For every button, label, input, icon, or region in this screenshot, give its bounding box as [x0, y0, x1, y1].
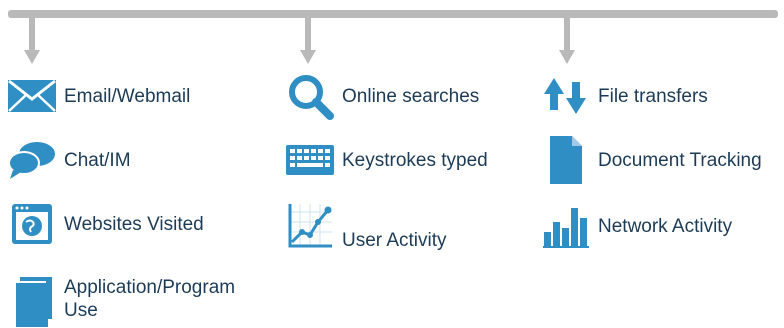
envelope-icon — [6, 70, 58, 122]
down-arrow-icon — [300, 16, 316, 64]
item-network-activity: Network Activity — [540, 200, 732, 252]
item-application-program-use: Application/Program Use — [6, 276, 254, 328]
item-label: Document Tracking — [598, 149, 762, 171]
down-arrow-icon — [559, 16, 575, 64]
item-websites-visited: Websites Visited — [6, 198, 204, 250]
item-label: Email/Webmail — [64, 85, 191, 107]
up-down-arrows-icon — [540, 70, 592, 122]
item-label: Online searches — [342, 85, 480, 107]
item-label: Network Activity — [598, 215, 733, 237]
keyboard-icon — [284, 134, 336, 186]
item-user-activity: User Activity — [284, 200, 447, 252]
item-email-webmail: Email/Webmail — [6, 70, 190, 122]
magnifier-icon — [284, 70, 336, 122]
browser-window-icon — [6, 198, 58, 250]
item-keystrokes-typed: Keystrokes typed — [284, 134, 488, 186]
item-label: Chat/IM — [64, 149, 131, 171]
item-label: Websites Visited — [64, 213, 204, 235]
item-document-tracking: Document Tracking — [540, 134, 762, 186]
item-file-transfers: File transfers — [540, 70, 708, 122]
item-label: User Activity — [342, 230, 447, 251]
top-connector-bar — [8, 10, 778, 18]
down-arrow-icon — [24, 16, 40, 64]
item-chat-im: Chat/IM — [6, 134, 131, 186]
item-label: File transfers — [598, 85, 708, 107]
speech-bubbles-icon — [6, 134, 58, 186]
item-label: Keystrokes typed — [342, 149, 488, 171]
document-icon — [540, 134, 592, 186]
bar-chart-icon — [540, 200, 592, 252]
stacked-documents-icon — [6, 276, 58, 328]
item-label: Application/Program Use — [64, 277, 236, 321]
line-chart-icon — [284, 200, 336, 252]
item-online-searches: Online searches — [284, 70, 479, 122]
